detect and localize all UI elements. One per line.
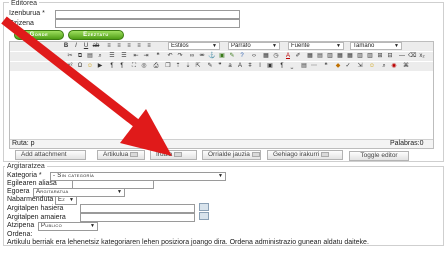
red-arrow-annotation [1,16,172,156]
red-arrow-shaft [1,16,139,127]
